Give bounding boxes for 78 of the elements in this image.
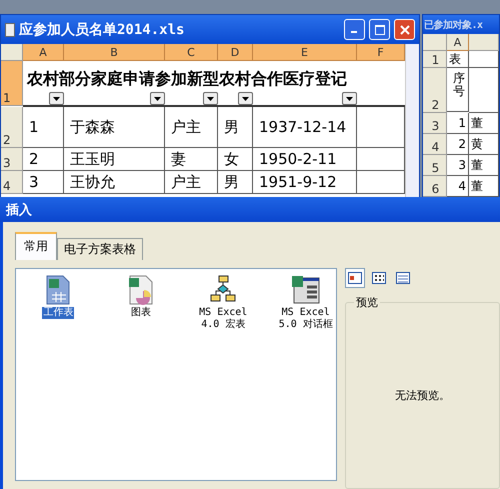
table-cell: 于森森 (64, 107, 165, 148)
template-item[interactable]: MS Excel 5.0 对话框 (278, 307, 334, 331)
row-header[interactable]: 3 (423, 113, 447, 134)
caret-icon (242, 96, 249, 100)
filter-dropdown[interactable] (203, 92, 218, 105)
view-button[interactable] (345, 268, 365, 288)
table-cell: 男 (218, 171, 253, 194)
table-cell: 表 (447, 51, 469, 68)
table-cell: 董 (469, 113, 499, 134)
table-cell: 序号 (453, 72, 465, 98)
empty-cell (469, 51, 499, 68)
table-cell: 2 (23, 148, 64, 171)
table-cell: 1950-2-11 (253, 148, 357, 171)
row-header[interactable]: 2 (1, 107, 23, 148)
filter-dropdown[interactable] (342, 92, 357, 105)
caret-icon (207, 96, 214, 100)
table-cell: 王玉明 (64, 148, 165, 171)
chart-document-icon (126, 275, 155, 305)
minimize-button[interactable] (344, 19, 365, 40)
row-header[interactable]: 5 (423, 155, 447, 176)
dialog-sheet-icon (290, 275, 321, 305)
column-header[interactable]: A (447, 34, 469, 51)
caret-icon (154, 96, 161, 100)
filter-dropdown[interactable] (238, 92, 253, 105)
large-icons-view-icon (348, 272, 362, 284)
table-cell: 1937-12-14 (253, 107, 357, 148)
preview-message: 无法预览。 (395, 388, 450, 403)
table-cell: 王协允 (64, 171, 165, 194)
window-title: 应参加人员名单2014.xls (19, 20, 184, 38)
window-title: 已参加对象.x (424, 18, 483, 32)
column-header[interactable]: C (165, 44, 218, 61)
tab[interactable]: 常用 (15, 232, 57, 260)
row-header[interactable]: 6 (423, 176, 447, 197)
caret-icon (346, 96, 353, 100)
row-header[interactable]: 3 (1, 148, 23, 171)
table-cell: 户主 (165, 171, 218, 194)
dialog-title: 插入 (6, 202, 32, 218)
sheet-title: 农村部分家庭申请参加新型农村合作医疗登记 (27, 69, 347, 90)
tab[interactable]: 电子方案表格 (57, 238, 143, 260)
document-icon (5, 22, 15, 36)
table-cell: 妻 (165, 148, 218, 171)
maximize-button[interactable] (369, 19, 390, 40)
close-icon (400, 24, 410, 34)
table-cell: 男 (218, 107, 253, 148)
table-cell: 董 (469, 155, 499, 176)
column-header[interactable]: B (64, 44, 165, 61)
row-header[interactable]: 1 (1, 61, 23, 106)
row-header[interactable]: 4 (1, 171, 23, 194)
table-cell: 户主 (165, 107, 218, 148)
table-cell: 2 (447, 134, 469, 155)
table-cell: 3 (23, 171, 64, 194)
empty-cell (469, 68, 499, 113)
table-cell: 3 (447, 155, 469, 176)
close-button[interactable] (394, 19, 415, 40)
template-item[interactable]: 图表 (130, 307, 152, 319)
caret-icon (53, 96, 60, 100)
filter-dropdown[interactable] (150, 92, 165, 105)
column-header[interactable]: A (23, 44, 64, 61)
row-header[interactable]: 4 (423, 134, 447, 155)
table-cell: 女 (218, 148, 253, 171)
maximize-icon (374, 24, 384, 34)
preview-legend: 预览 (354, 295, 380, 310)
column-header[interactable]: F (357, 44, 405, 61)
row-header[interactable]: 1 (423, 51, 447, 68)
table-cell: 1 (447, 113, 469, 134)
table-cell: 黄 (469, 134, 499, 155)
column-header[interactable]: D (218, 44, 253, 61)
column-header[interactable]: E (253, 44, 357, 61)
table-cell: 1951-9-12 (253, 171, 357, 194)
details-view-icon (396, 272, 410, 284)
row-header[interactable]: 2 (423, 68, 447, 113)
table-cell: 1 (23, 107, 64, 148)
vertical-scrollbar[interactable] (405, 44, 419, 197)
small-icons-view-icon (372, 272, 386, 284)
filter-dropdown[interactable] (49, 92, 64, 105)
template-item[interactable]: 工作表 (42, 307, 74, 319)
worksheet-icon (44, 275, 72, 305)
template-item[interactable]: MS Excel 4.0 宏表 (198, 307, 248, 331)
